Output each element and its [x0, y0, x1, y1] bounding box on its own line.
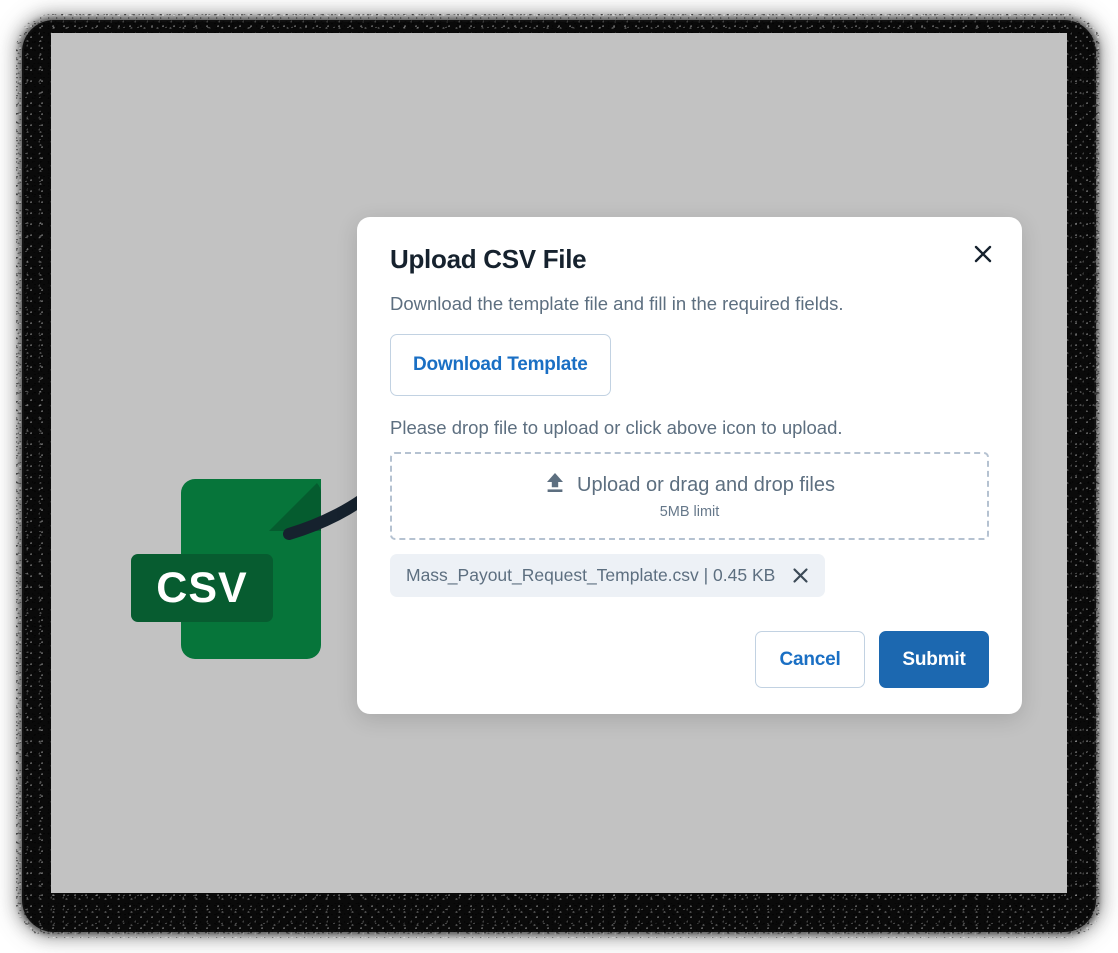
upload-csv-modal: Upload CSV File Download the template fi…	[357, 217, 1022, 714]
attached-file-chip: Mass_Payout_Request_Template.csv | 0.45 …	[390, 553, 826, 597]
page-canvas: CSV Upload CSV File Download the templat…	[51, 33, 1067, 893]
modal-action-bar: Cancel Submit	[755, 631, 989, 688]
page-title: Upload CSV File	[390, 244, 587, 274]
upload-icon	[544, 472, 566, 499]
remove-file-icon[interactable]	[789, 564, 811, 586]
dropzone-label: Upload or drag and drop files	[577, 473, 835, 496]
csv-file-badge: CSV	[131, 554, 273, 622]
dropzone-size-limit: 5MB limit	[659, 503, 720, 520]
file-dropzone[interactable]: Upload or drag and drop files 5MB limit	[390, 451, 989, 540]
upload-hint-text: Please drop file to upload or click abov…	[390, 416, 843, 438]
submit-button[interactable]: Submit	[879, 631, 989, 688]
dropzone-main-row: Upload or drag and drop files	[544, 472, 835, 499]
modal-description: Download the template file and fill in t…	[390, 292, 844, 314]
attached-file-name: Mass_Payout_Request_Template.csv | 0.45 …	[406, 564, 776, 585]
cancel-button[interactable]: Cancel	[755, 631, 865, 688]
download-template-button[interactable]: Download Template	[390, 333, 611, 396]
csv-file-badge-label: CSV	[156, 563, 248, 612]
